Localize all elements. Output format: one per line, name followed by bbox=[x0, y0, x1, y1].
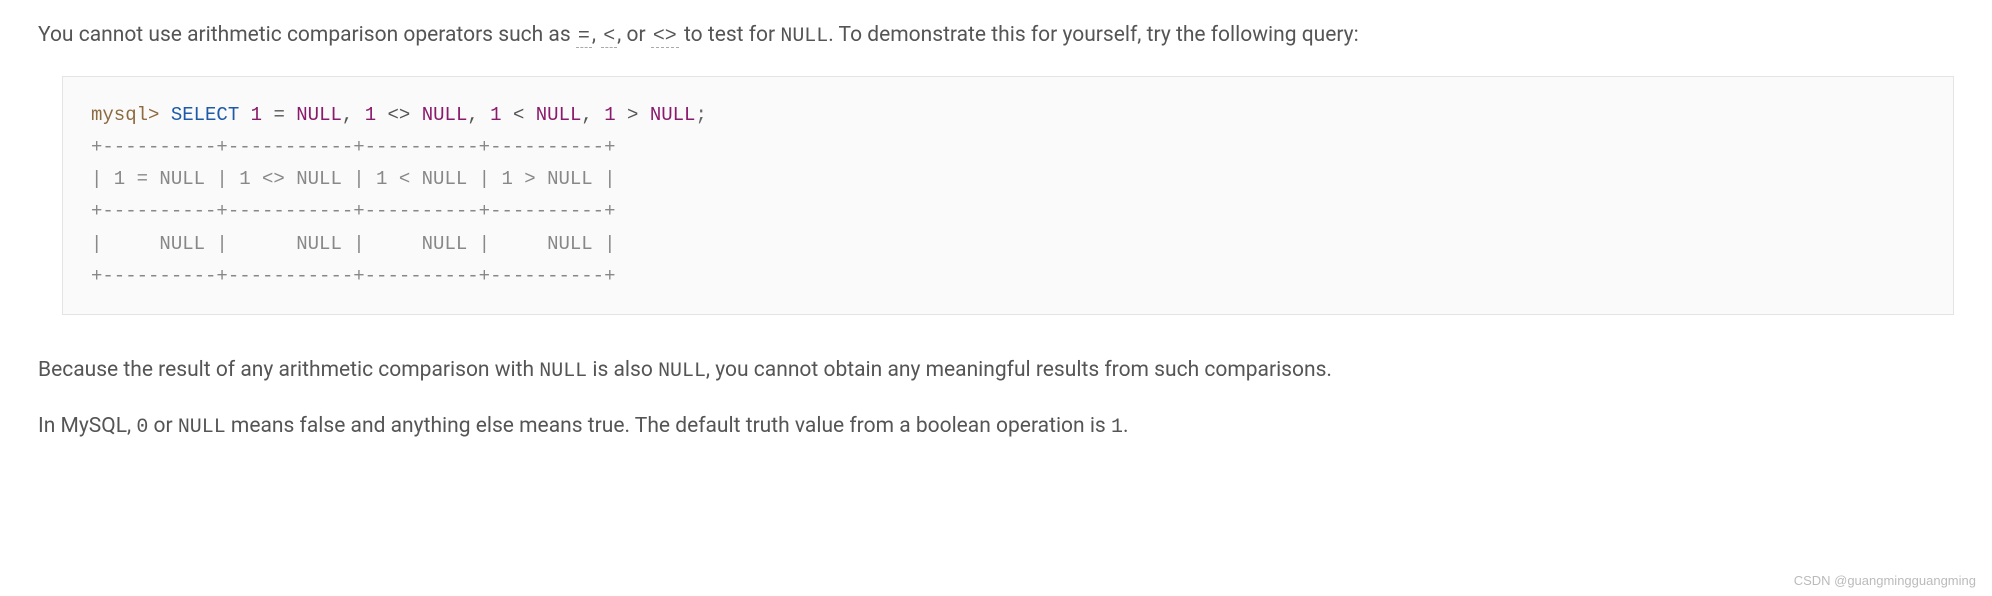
output-data-row: | NULL | NULL | NULL | NULL | bbox=[91, 233, 616, 255]
text: , or bbox=[617, 23, 651, 47]
text: is also bbox=[587, 358, 658, 382]
number-literal: 1 bbox=[490, 104, 501, 126]
less-than-op: < bbox=[513, 104, 524, 126]
mysql-prompt: mysql> bbox=[91, 104, 159, 126]
number-literal: 1 bbox=[604, 104, 615, 126]
equals-op: = bbox=[273, 104, 284, 126]
equals-operator: = bbox=[576, 24, 592, 48]
null-literal: NULL bbox=[650, 104, 696, 126]
select-keyword: SELECT bbox=[171, 104, 239, 126]
zero-literal: 0 bbox=[136, 415, 148, 438]
text: You cannot use arithmetic comparison ope… bbox=[38, 23, 576, 47]
not-equal-operator: <> bbox=[651, 24, 679, 48]
greater-than-op: > bbox=[627, 104, 638, 126]
one-literal: 1 bbox=[1111, 415, 1123, 438]
sql-code-block: mysql> SELECT 1 = NULL, 1 <> NULL, 1 < N… bbox=[62, 76, 1954, 316]
output-header-row: | 1 = NULL | 1 <> NULL | 1 < NULL | 1 > … bbox=[91, 168, 616, 190]
text: , you cannot obtain any meaningful resul… bbox=[706, 358, 1332, 382]
less-than-operator: < bbox=[601, 24, 617, 48]
watermark-text: CSDN @guangmingguangming bbox=[1794, 571, 1976, 591]
text: means false and anything else means true… bbox=[226, 414, 1111, 438]
null-literal: NULL bbox=[422, 104, 468, 126]
semicolon: ; bbox=[695, 104, 706, 126]
number-literal: 1 bbox=[251, 104, 262, 126]
null-literal: NULL bbox=[296, 104, 342, 126]
intro-paragraph: You cannot use arithmetic comparison ope… bbox=[38, 20, 1954, 52]
number-literal: 1 bbox=[365, 104, 376, 126]
comma: , bbox=[581, 104, 592, 126]
output-divider: +----------+-----------+----------+-----… bbox=[91, 265, 616, 287]
comma: , bbox=[342, 104, 353, 126]
text: , bbox=[592, 23, 601, 47]
text: to test for bbox=[679, 23, 781, 47]
null-literal: NULL bbox=[536, 104, 582, 126]
comma: , bbox=[467, 104, 478, 126]
text: . To demonstrate this for yourself, try … bbox=[828, 23, 1358, 47]
truth-value-paragraph: In MySQL, 0 or NULL means false and anyt… bbox=[38, 411, 1954, 443]
output-divider: +----------+-----------+----------+-----… bbox=[91, 136, 616, 158]
result-paragraph: Because the result of any arithmetic com… bbox=[38, 355, 1954, 387]
text: Because the result of any arithmetic com… bbox=[38, 358, 539, 382]
text: or bbox=[148, 414, 178, 438]
not-equal-op: <> bbox=[388, 104, 411, 126]
null-literal: NULL bbox=[780, 24, 828, 47]
text: . bbox=[1123, 414, 1129, 438]
null-literal: NULL bbox=[178, 415, 226, 438]
null-literal: NULL bbox=[658, 359, 706, 382]
text: In MySQL, bbox=[38, 414, 136, 438]
null-literal: NULL bbox=[539, 359, 587, 382]
output-divider: +----------+-----------+----------+-----… bbox=[91, 200, 616, 222]
